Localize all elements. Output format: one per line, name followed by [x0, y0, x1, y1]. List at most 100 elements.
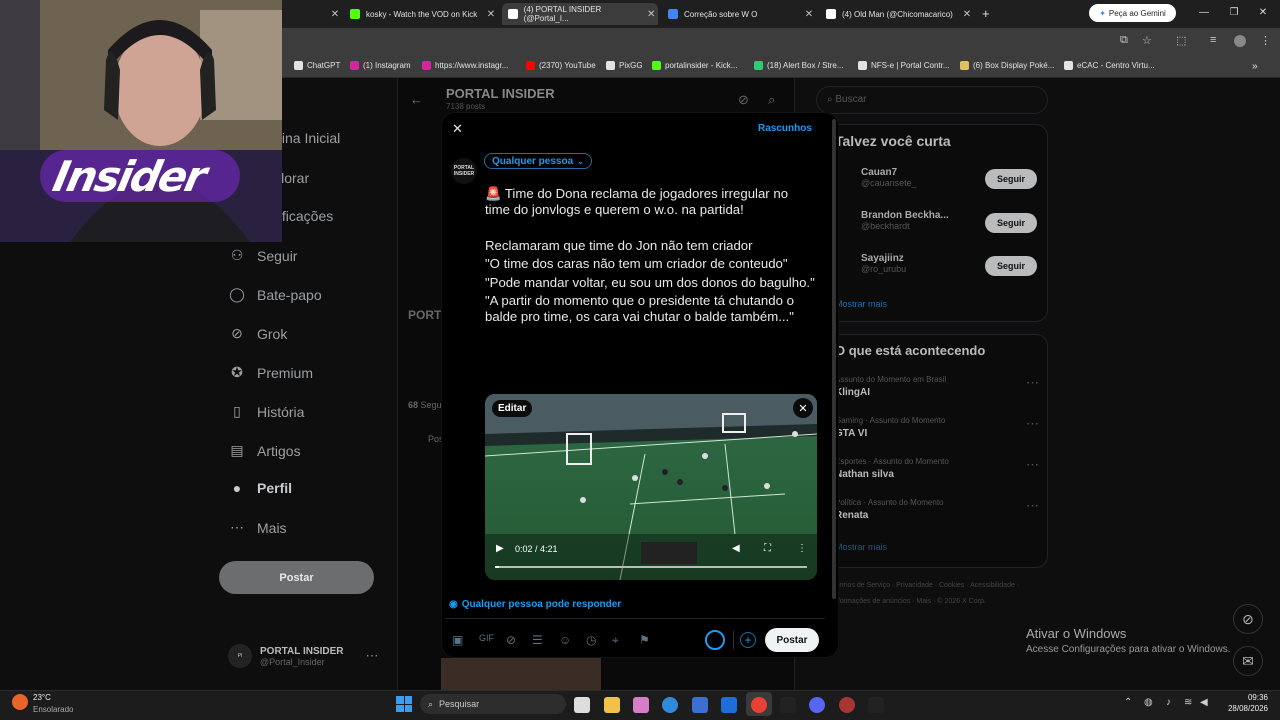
bookmark[interactable]: (6) Box Display Poké...	[960, 61, 1054, 70]
close-icon[interactable]: ✕	[960, 9, 974, 20]
close-icon[interactable]: ✕	[452, 121, 463, 137]
sidebar-post-button[interactable]: Postar	[219, 561, 374, 594]
close-icon[interactable]: ✕	[802, 9, 816, 20]
follow-button[interactable]: Seguir	[985, 256, 1037, 276]
bookmark[interactable]: (1) Instagram	[350, 61, 411, 70]
flag-icon[interactable]: ⚑	[639, 633, 650, 647]
capcut-icon[interactable]	[780, 697, 796, 713]
new-tab-icon[interactable]: +	[982, 6, 990, 21]
task-view-icon[interactable]	[574, 697, 590, 713]
sidebar-item-articles[interactable]: ▤ Artigos	[228, 442, 300, 459]
copilot-icon[interactable]	[633, 697, 649, 713]
follow-button[interactable]: Seguir	[985, 169, 1037, 189]
post-button[interactable]: Postar	[765, 628, 819, 652]
bookmark[interactable]: https://www.instagr...	[422, 61, 508, 70]
tab-old-man[interactable]: (4) Old Man (@Chicomacarico) ✕	[820, 3, 974, 25]
trend-item[interactable]: Esportes · Assunto do Momento Nathan silv…	[835, 457, 949, 480]
sidebar-item-more[interactable]: ⋯ Mais	[228, 519, 287, 536]
attached-video[interactable]: Editar ✕ ▶ 0:02 / 4:21 ◀ ⛶ ⋮	[485, 394, 817, 580]
mail-icon[interactable]	[721, 697, 737, 713]
video-options-icon[interactable]: ⋮	[797, 543, 807, 554]
edge-icon[interactable]	[662, 697, 678, 713]
media-icon[interactable]: ≡	[1210, 34, 1216, 46]
more-icon[interactable]: ⋯	[1026, 375, 1039, 391]
sidebar-account[interactable]: PI PORTAL INSIDER @Portal_Insider ⋯	[228, 644, 379, 668]
bookmark[interactable]: NFS-e | Portal Contr...	[858, 61, 950, 70]
more-icon[interactable]: ⋯	[366, 648, 379, 664]
suggested-user[interactable]: Brandon Beckha... @beckhardt	[861, 210, 949, 231]
grok-icon[interactable]: ⊘	[506, 633, 516, 647]
modal-scrollbar[interactable]	[832, 119, 836, 599]
play-icon[interactable]: ▶	[496, 543, 504, 554]
volume-icon[interactable]: ◀	[732, 543, 740, 554]
reply-setting-button[interactable]: ◉ Qualquer pessoa pode responder	[449, 599, 621, 610]
trend-item[interactable]: Assunto do Momento em Brasil KlingAI	[835, 375, 946, 398]
maximize-icon[interactable]: ❐	[1226, 7, 1242, 18]
messages-float-icon[interactable]: ✉	[1233, 646, 1263, 676]
trend-item[interactable]: Política · Assunto do Momento Renata	[835, 498, 944, 521]
fullscreen-icon[interactable]: ⛶	[764, 543, 771, 554]
close-icon[interactable]: ✕	[328, 9, 342, 20]
capcut-icon[interactable]	[868, 697, 884, 713]
remove-media-close-icon[interactable]: ✕	[793, 398, 813, 418]
close-icon[interactable]: ✕	[484, 9, 498, 20]
network-icon[interactable]: ◍	[1144, 697, 1153, 708]
show-more-link[interactable]: Mostrar mais	[835, 299, 887, 309]
install-icon[interactable]: ⧉	[1120, 34, 1128, 47]
more-icon[interactable]: ⋯	[1026, 416, 1039, 432]
windows-start-icon[interactable]	[396, 696, 412, 712]
media-icon[interactable]: ▣	[452, 633, 463, 647]
search-icon[interactable]: ⌕	[768, 92, 775, 108]
suggested-user[interactable]: Sayajiinz @ro_urubu	[861, 253, 906, 274]
sidebar-item-history[interactable]: ▯ História	[228, 403, 304, 420]
grok-float-icon[interactable]: ⊘	[1233, 604, 1263, 634]
wifi-icon[interactable]: ≋	[1184, 697, 1192, 708]
bookmark[interactable]: portalinsider - Kick...	[652, 61, 737, 70]
volume-icon[interactable]: ◀	[1200, 697, 1208, 708]
tab-kick[interactable]: kosky - Watch the VOD on Kick ✕	[344, 3, 498, 25]
more-icon[interactable]: ⋯	[1026, 498, 1039, 514]
location-icon[interactable]: ⌖	[612, 633, 619, 648]
sidebar-item-grok[interactable]: ⊘ Grok	[228, 325, 287, 342]
weather-icon[interactable]	[12, 694, 28, 710]
sidebar-item-profile[interactable]: ● Perfil	[228, 480, 292, 496]
tab-correcao[interactable]: Correção sobre W O ✕	[662, 3, 816, 25]
gemini-button[interactable]: ✦ Peça ao Gemini	[1089, 4, 1176, 22]
chrome-icon[interactable]	[751, 697, 767, 713]
suggested-user[interactable]: Cauan7 @cauansete_	[861, 167, 917, 188]
add-post-icon[interactable]: +	[740, 632, 756, 648]
show-more-link[interactable]: Mostrar mais	[835, 542, 887, 552]
sidebar-item-premium[interactable]: ✪ Premium	[228, 364, 313, 381]
store-icon[interactable]	[692, 697, 708, 713]
trend-item[interactable]: Gaming · Assunto do Momento GTA VI	[835, 416, 945, 439]
minimize-icon[interactable]: —	[1196, 7, 1212, 18]
bookmark[interactable]: (18) Alert Box / Stre...	[754, 61, 843, 70]
bookmark[interactable]: eCAC - Centro Virtu...	[1064, 61, 1155, 70]
bookmark[interactable]: (2370) YouTube	[526, 61, 596, 70]
back-arrow-icon[interactable]: ←	[410, 92, 423, 107]
bookmark[interactable]: ChatGPT	[294, 61, 340, 70]
close-icon[interactable]: ✕	[644, 9, 658, 20]
close-window-icon[interactable]: ✕	[1255, 7, 1271, 18]
more-bookmarks-icon[interactable]: »	[1252, 61, 1258, 72]
emoji-icon[interactable]: ☺	[559, 633, 571, 647]
audience-selector[interactable]: Qualquer pessoa ⌄	[484, 153, 592, 169]
edit-video-button[interactable]: Editar	[492, 400, 533, 417]
drafts-button[interactable]: Rascunhos	[758, 123, 812, 134]
footer-links[interactable]: Termos de Serviço · Privacidade · Cookie…	[832, 578, 1042, 610]
bookmark-star-icon[interactable]: ☆	[1142, 34, 1152, 47]
gif-icon[interactable]: GIF	[479, 633, 494, 643]
bookmark[interactable]: PixGG	[606, 61, 643, 70]
clock[interactable]: 09:36 28/08/2026	[1220, 693, 1268, 713]
tweet-textarea[interactable]: 🚨 Time do Dona reclama de jogadores irre…	[485, 186, 815, 326]
menu-icon[interactable]: ⋮	[1260, 34, 1271, 47]
more-icon[interactable]: ⋯	[1026, 457, 1039, 473]
microphone-icon[interactable]: ♪	[1166, 697, 1171, 708]
extensions-icon[interactable]: ⬚	[1176, 34, 1186, 47]
tab-portal-insider[interactable]: (4) PORTAL INSIDER (@Portal_I... ✕	[502, 3, 658, 25]
sidebar-item-chat[interactable]: ◯ Bate-papo	[228, 286, 321, 303]
search-input[interactable]: ⌕ Buscar	[816, 86, 1048, 114]
file-explorer-icon[interactable]	[604, 697, 620, 713]
discord-icon[interactable]	[809, 697, 825, 713]
sidebar-item-follow[interactable]: ⚇ Seguir	[228, 247, 298, 264]
